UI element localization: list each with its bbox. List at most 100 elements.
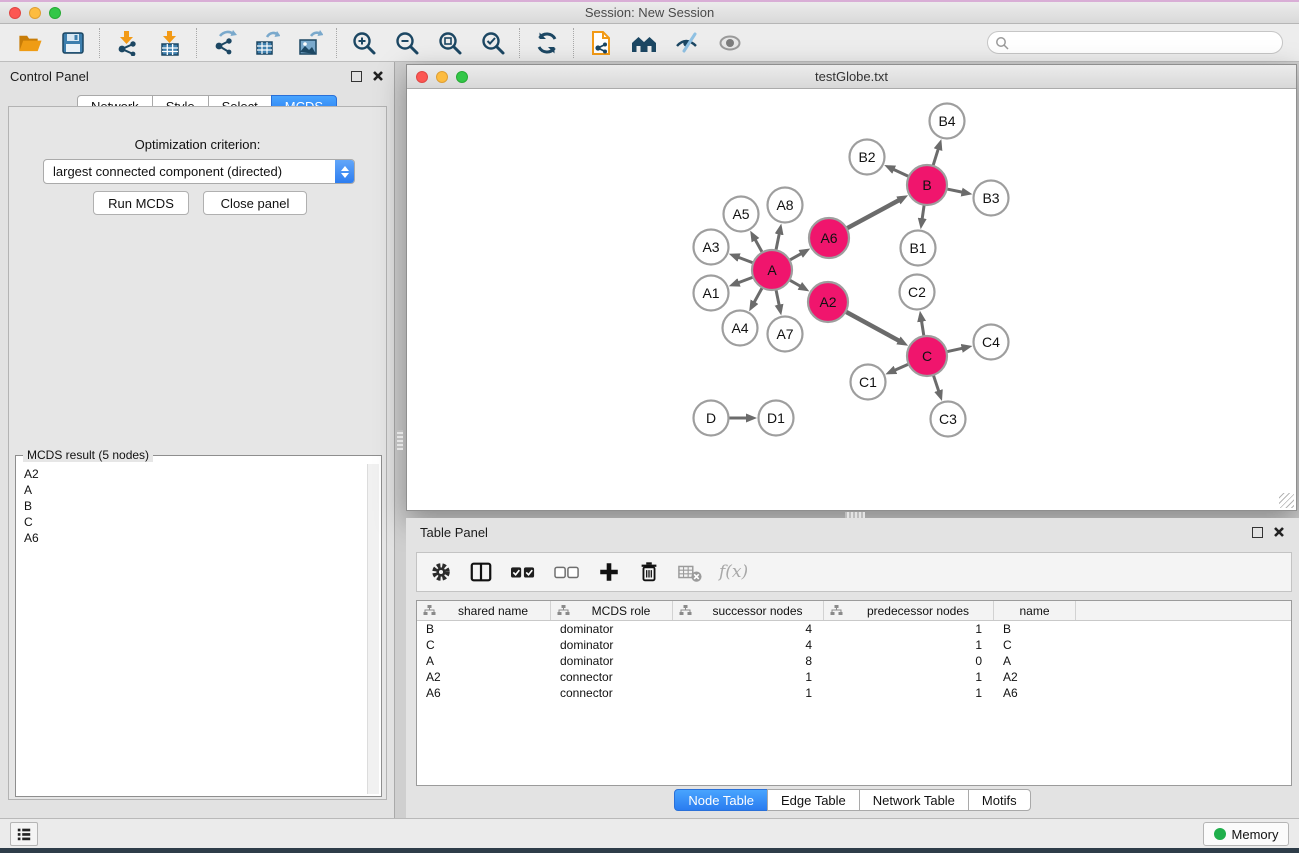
table-cell[interactable]: C bbox=[417, 637, 551, 653]
select-all-columns-icon[interactable] bbox=[509, 560, 537, 584]
close-panel-button[interactable]: Close panel bbox=[203, 191, 307, 215]
panel-mode-icon[interactable] bbox=[469, 560, 493, 584]
table-cell[interactable]: A2 bbox=[994, 669, 1076, 685]
graph-edge-A2-C[interactable] bbox=[844, 311, 899, 341]
table-cell[interactable]: 8 bbox=[673, 653, 824, 669]
show-graphics-details-icon[interactable] bbox=[665, 26, 708, 60]
export-image-icon[interactable] bbox=[288, 26, 331, 60]
graph-node-label: A8 bbox=[776, 197, 793, 213]
result-item[interactable]: A6 bbox=[20, 530, 365, 546]
window-title: Session: New Session bbox=[0, 5, 1299, 20]
table-cell[interactable]: 0 bbox=[824, 653, 994, 669]
task-history-button[interactable] bbox=[10, 822, 38, 846]
table-cell[interactable]: A bbox=[994, 653, 1076, 669]
column-header-shared-name[interactable]: shared name bbox=[417, 601, 551, 620]
export-network-icon[interactable] bbox=[202, 26, 245, 60]
table-cell[interactable]: A6 bbox=[417, 685, 551, 701]
table-cell[interactable]: 1 bbox=[824, 669, 994, 685]
table-cell[interactable]: dominator bbox=[551, 653, 673, 669]
search-field[interactable] bbox=[987, 31, 1283, 54]
run-mcds-button[interactable]: Run MCDS bbox=[93, 191, 189, 215]
refresh-view-icon[interactable] bbox=[525, 26, 568, 60]
network-view-window: testGlobe.txt B4B2BB3A8A5A6A3B1AA1C2A2A4… bbox=[406, 64, 1297, 511]
table-cell[interactable]: dominator bbox=[551, 621, 673, 637]
network-graph[interactable]: B4B2BB3A8A5A6A3B1AA1C2A2A4A7C4CC1C3DD1 bbox=[407, 89, 1296, 510]
table-row[interactable]: A6connector11A6 bbox=[417, 685, 1291, 701]
search-input[interactable] bbox=[1013, 36, 1282, 50]
column-header-name[interactable]: name bbox=[994, 601, 1076, 620]
table-cell[interactable]: B bbox=[994, 621, 1076, 637]
desktop-edge-bottom bbox=[0, 848, 1299, 853]
table-cell[interactable]: 4 bbox=[673, 621, 824, 637]
open-file-icon[interactable] bbox=[8, 26, 51, 60]
table-cell[interactable]: 1 bbox=[673, 685, 824, 701]
table-cell[interactable]: 4 bbox=[673, 637, 824, 653]
column-header-predecessor-nodes[interactable]: predecessor nodes bbox=[824, 601, 994, 620]
table-cell[interactable]: 1 bbox=[824, 685, 994, 701]
graph-node-label: A4 bbox=[731, 320, 748, 336]
function-builder-icon[interactable]: f(x) bbox=[719, 562, 748, 582]
table-settings-icon[interactable] bbox=[429, 560, 453, 584]
memory-button[interactable]: Memory bbox=[1203, 822, 1289, 846]
network-canvas[interactable]: B4B2BB3A8A5A6A3B1AA1C2A2A4A7C4CC1C3DD1 bbox=[407, 89, 1296, 510]
first-neighbors-icon[interactable] bbox=[622, 26, 665, 60]
tab-node-table[interactable]: Node Table bbox=[674, 789, 768, 811]
tab-motifs[interactable]: Motifs bbox=[968, 789, 1031, 811]
import-table-icon[interactable] bbox=[148, 26, 191, 60]
result-item[interactable]: B bbox=[20, 498, 365, 514]
result-item[interactable]: C bbox=[20, 514, 365, 530]
table-row[interactable]: Cdominator41C bbox=[417, 637, 1291, 653]
graph-edge-A6-B[interactable] bbox=[845, 200, 899, 229]
table-cell[interactable]: B bbox=[417, 621, 551, 637]
column-header-MCDS-role[interactable]: MCDS role bbox=[551, 601, 673, 620]
column-header-successor-nodes[interactable]: successor nodes bbox=[673, 601, 824, 620]
table-cell[interactable]: 1 bbox=[673, 669, 824, 685]
delete-table-icon[interactable] bbox=[677, 560, 703, 584]
float-table-panel-icon[interactable] bbox=[1252, 527, 1263, 538]
table-cell[interactable]: A6 bbox=[994, 685, 1076, 701]
close-panel-icon[interactable] bbox=[372, 70, 384, 82]
table-cell[interactable]: C bbox=[994, 637, 1076, 653]
table-cell[interactable]: connector bbox=[551, 669, 673, 685]
table-cell[interactable]: dominator bbox=[551, 637, 673, 653]
hide-graphics-details-icon[interactable] bbox=[708, 26, 751, 60]
new-network-from-file-icon[interactable] bbox=[579, 26, 622, 60]
table-row[interactable]: Bdominator41B bbox=[417, 621, 1291, 637]
optimization-criterion-dropdown[interactable]: largest connected component (directed) bbox=[43, 159, 355, 184]
table-row[interactable]: Adominator80A bbox=[417, 653, 1291, 669]
table-cell[interactable]: A bbox=[417, 653, 551, 669]
vertical-divider-grip[interactable] bbox=[397, 430, 403, 450]
table-cell[interactable]: 1 bbox=[824, 637, 994, 653]
export-table-icon[interactable] bbox=[245, 26, 288, 60]
tab-network-table[interactable]: Network Table bbox=[859, 789, 969, 811]
unselect-all-columns-icon[interactable] bbox=[553, 560, 581, 584]
float-panel-icon[interactable] bbox=[351, 71, 362, 82]
zoom-selected-icon[interactable] bbox=[471, 26, 514, 60]
zoom-out-icon[interactable] bbox=[385, 26, 428, 60]
graph-node-label: B bbox=[922, 177, 931, 193]
node-table-header: shared name MCDS role successor nodes pr… bbox=[417, 601, 1291, 621]
table-row[interactable]: A2connector11A2 bbox=[417, 669, 1291, 685]
add-column-icon[interactable] bbox=[597, 560, 621, 584]
table-cell[interactable]: connector bbox=[551, 685, 673, 701]
column-header-label: successor nodes bbox=[692, 604, 823, 618]
task-list-icon bbox=[16, 826, 32, 842]
zoom-fit-icon[interactable] bbox=[428, 26, 471, 60]
table-cell[interactable]: A2 bbox=[417, 669, 551, 685]
window-resize-grip[interactable] bbox=[1279, 493, 1294, 508]
column-header-label: MCDS role bbox=[570, 604, 672, 618]
delete-columns-icon[interactable] bbox=[637, 560, 661, 584]
result-list-scrollbar[interactable] bbox=[367, 464, 379, 794]
table-toolbar: f(x) bbox=[416, 552, 1292, 592]
result-item[interactable]: A bbox=[20, 482, 365, 498]
table-cell[interactable]: 1 bbox=[824, 621, 994, 637]
close-table-panel-icon[interactable] bbox=[1273, 526, 1285, 538]
save-session-icon[interactable] bbox=[51, 26, 94, 60]
mcds-result-title: MCDS result (5 nodes) bbox=[23, 448, 153, 462]
toolbar-separator bbox=[99, 28, 100, 58]
control-panel: Control Panel NetworkStyleSelectMCDS Opt… bbox=[0, 62, 395, 818]
import-network-icon[interactable] bbox=[105, 26, 148, 60]
zoom-in-icon[interactable] bbox=[342, 26, 385, 60]
result-item[interactable]: A2 bbox=[20, 466, 365, 482]
tab-edge-table[interactable]: Edge Table bbox=[767, 789, 860, 811]
